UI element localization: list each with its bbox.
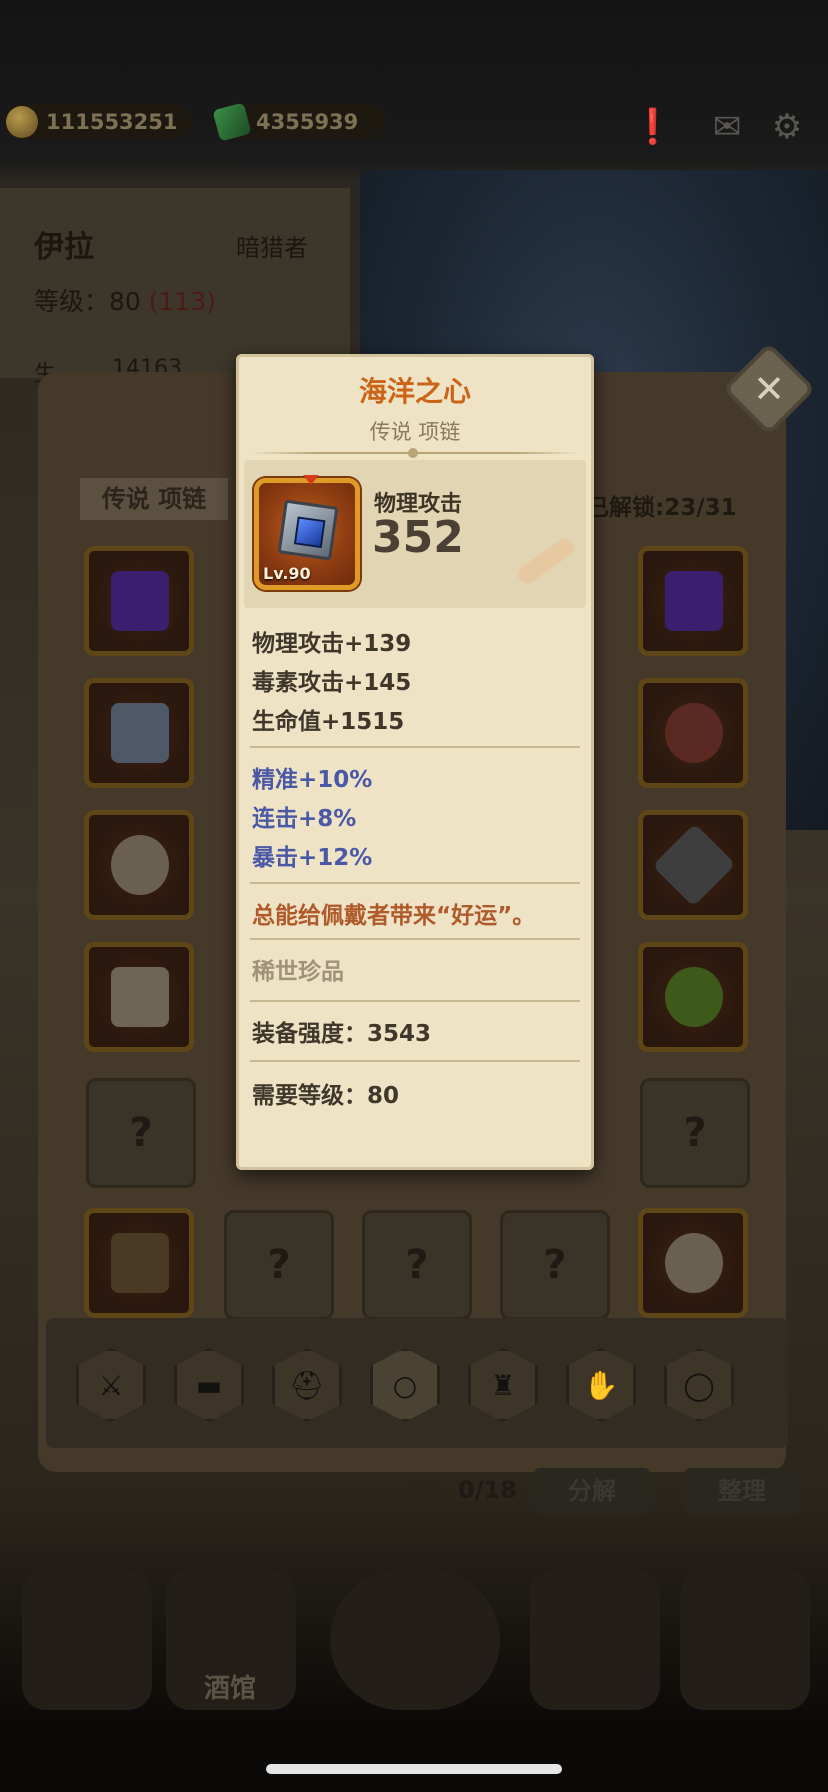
necklace-icon [665, 1233, 723, 1293]
nav-home-icon[interactable] [22, 1570, 152, 1710]
gem-icon [212, 102, 252, 142]
gold-amount: 111553251 [46, 110, 178, 134]
flavor-text: 总能给佩戴者带来“好运”。 [252, 903, 536, 929]
panel-footer: 0/18 分解 整理 [0, 1468, 828, 1518]
hero-name: 伊拉 [34, 230, 94, 265]
necklace-icon [111, 1233, 169, 1293]
item-tooltip: 海洋之心 传说 项链 Lv.90 物理攻击 352 物理攻击+139 毒素攻击+… [236, 354, 594, 1170]
base-stat: 生命值+1515 [252, 709, 405, 735]
item-slot[interactable] [638, 546, 748, 656]
unlocked-count: 已解锁:23/31 [586, 495, 737, 521]
gem-counter: 4355939 [212, 102, 386, 142]
weapon-icon [514, 535, 578, 587]
bag-count: 0/18 [458, 1476, 517, 1504]
mail-icon[interactable]: ✉ [704, 104, 750, 150]
item-level: Lv.90 [263, 564, 311, 583]
hero-level-label: 等级：80 [34, 287, 141, 316]
bonus-stat: 连击+8% [252, 806, 357, 832]
nav-chest-icon[interactable] [530, 1570, 660, 1710]
item-subtitle: 传说 项链 [369, 420, 461, 444]
gem-amount: 4355939 [256, 110, 359, 134]
rarity-text: 稀世珍品 [252, 959, 344, 985]
hero-class: 暗猎者 [236, 234, 308, 262]
item-slot[interactable] [638, 1208, 748, 1318]
necklace-icon [111, 703, 169, 763]
divider [250, 448, 580, 458]
decompose-button[interactable]: 分解 [534, 1468, 650, 1514]
hero-info: 伊拉 暗猎者 等级：80 (113) 生 14163 [0, 188, 350, 387]
necklace-icon [111, 835, 169, 895]
close-icon: ✕ [753, 367, 785, 411]
divider [250, 938, 580, 940]
divider [250, 746, 580, 748]
bag-icon [406, 1476, 446, 1510]
base-stat: 毒素攻击+145 [252, 670, 412, 696]
hero-level: 等级：80 (113) [34, 282, 216, 318]
bonus-stat: 暴击+12% [252, 845, 373, 871]
item-icon-frame: Lv.90 [254, 475, 360, 590]
necklace-icon [111, 967, 169, 1027]
item-main-box: Lv.90 物理攻击 352 [244, 460, 586, 608]
nav-battle-icon[interactable] [330, 1570, 500, 1710]
item-slot[interactable] [638, 942, 748, 1052]
gold-coin-icon [6, 106, 38, 138]
empty-slot[interactable]: ? [500, 1210, 610, 1320]
panel-category: 传说 项链 [80, 478, 228, 520]
alert-icon[interactable]: ❗ [630, 104, 676, 150]
item-slot[interactable] [84, 810, 194, 920]
necklace-icon [665, 967, 723, 1027]
hero-level-bonus: (113) [148, 287, 216, 316]
item-name: 海洋之心 [358, 375, 471, 408]
empty-slot[interactable]: ? [224, 1210, 334, 1320]
necklace-icon [665, 703, 723, 763]
necklace-icon [111, 571, 169, 631]
top-bar: 111553251 4355939 ❗ ✉ ⚙ [0, 102, 828, 160]
bonus-stat: 精准+10% [252, 767, 373, 793]
item-slot[interactable] [84, 546, 194, 656]
item-slot[interactable] [638, 678, 748, 788]
empty-slot[interactable]: ? [362, 1210, 472, 1320]
necklace-icon [665, 571, 723, 631]
equipment-power: 装备强度：3543 [252, 1021, 432, 1047]
upgrade-arrow-icon [303, 475, 319, 485]
nav-tavern-label: 酒馆 [204, 1674, 257, 1704]
bottom-nav: 酒馆 [0, 1560, 828, 1740]
item-slot[interactable] [84, 678, 194, 788]
item-slot[interactable] [84, 942, 194, 1052]
sort-button[interactable]: 整理 [684, 1468, 800, 1514]
empty-slot[interactable]: ? [86, 1078, 196, 1188]
empty-slot[interactable]: ? [640, 1078, 750, 1188]
item-slot[interactable] [84, 1208, 194, 1318]
item-slot[interactable] [638, 810, 748, 920]
game-screen: 111553251 4355939 ❗ ✉ ⚙ 伊拉 暗猎者 等级：80 (11… [0, 0, 828, 1792]
divider [250, 1000, 580, 1002]
gear-icon[interactable]: ⚙ [764, 104, 810, 150]
base-stat: 物理攻击+139 [252, 631, 412, 657]
gold-counter: 111553251 [4, 104, 192, 140]
necklace-icon [652, 823, 736, 907]
divider [250, 882, 580, 884]
required-level: 需要等级：80 [252, 1083, 400, 1109]
nav-shop-icon[interactable] [680, 1570, 810, 1710]
home-indicator[interactable] [266, 1764, 562, 1774]
main-stat-value: 352 [372, 512, 464, 563]
divider [250, 1060, 580, 1062]
sapphire-necklace-icon [277, 499, 339, 561]
